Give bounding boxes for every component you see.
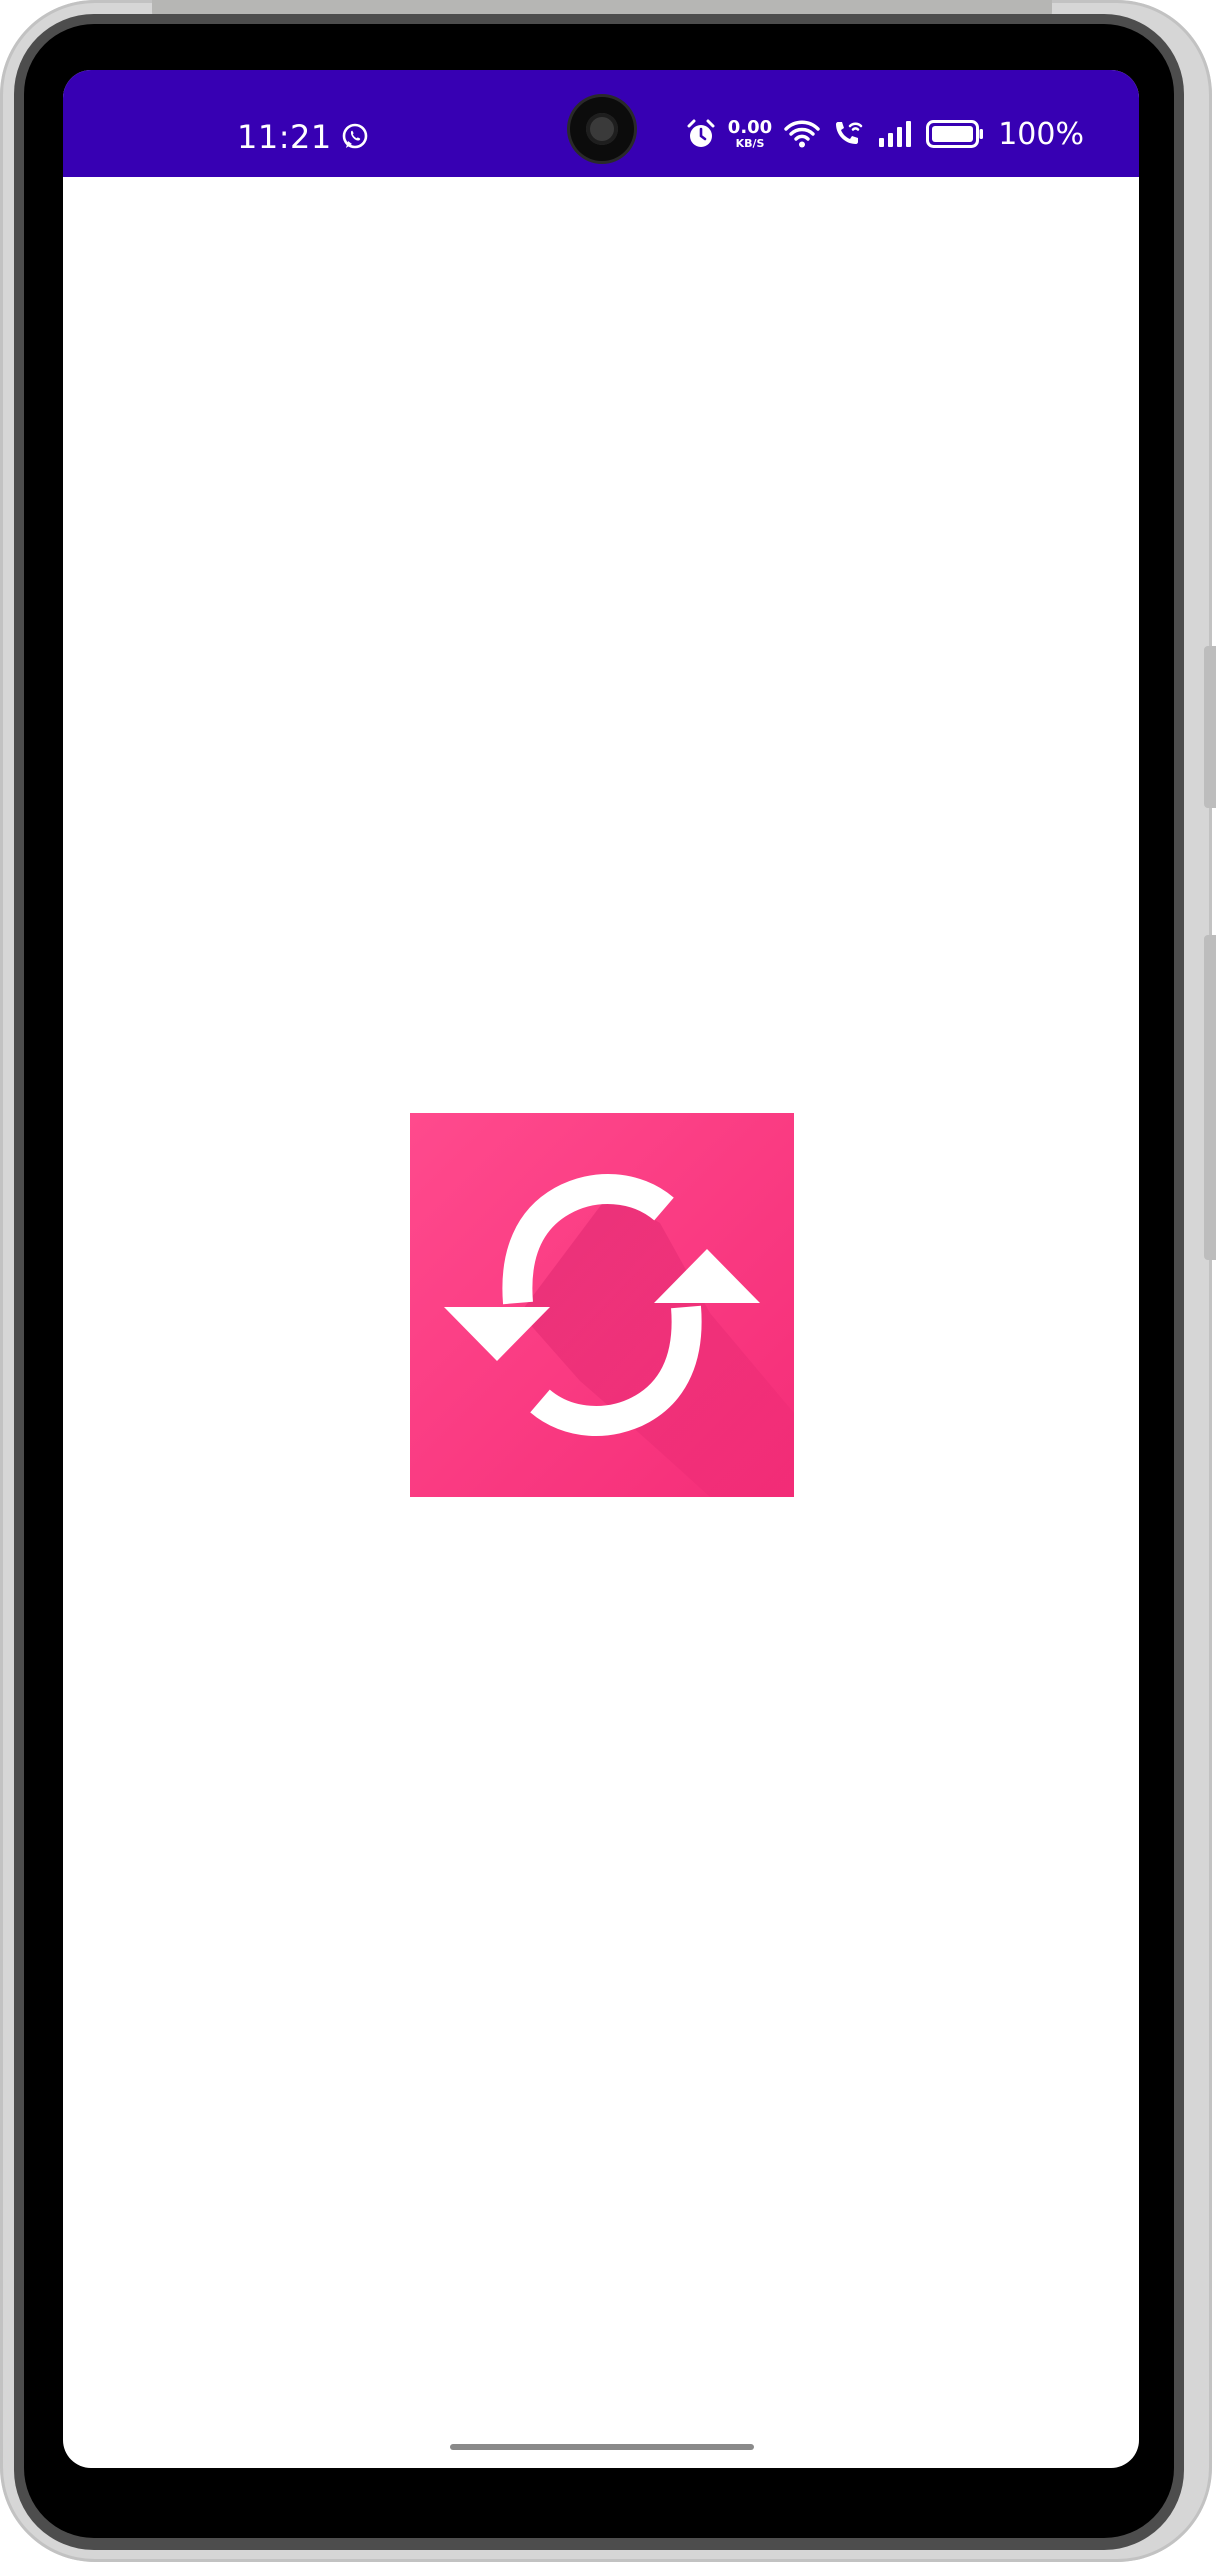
phone-chin bbox=[84, 2470, 1114, 2532]
volume-button bbox=[1204, 646, 1216, 808]
sync-arrows-icon bbox=[410, 1113, 794, 1497]
alarm-icon bbox=[687, 119, 715, 147]
net-speed-value: 0.00 bbox=[727, 117, 773, 138]
screen: 11:21 0.00 KB/S 100% bbox=[63, 70, 1139, 2468]
front-camera bbox=[570, 97, 634, 161]
battery-percent: 100% bbox=[998, 116, 1084, 152]
home-indicator[interactable] bbox=[450, 2444, 754, 2450]
net-speed-indicator: 0.00 KB/S bbox=[727, 117, 773, 150]
whatsapp-icon bbox=[342, 123, 368, 149]
net-speed-unit: KB/S bbox=[735, 137, 765, 150]
status-bar: 11:21 0.00 KB/S 100% bbox=[63, 70, 1139, 177]
battery-icon bbox=[926, 120, 984, 148]
signal-icon bbox=[879, 121, 912, 147]
wifi-icon bbox=[784, 120, 820, 148]
status-time: 11:21 bbox=[237, 118, 332, 156]
wifi-calling-icon bbox=[836, 122, 863, 144]
power-button bbox=[1204, 935, 1216, 1260]
camera-lens bbox=[586, 113, 618, 145]
status-icons: 0.00 KB/S 100% bbox=[686, 114, 1084, 154]
phone-device: 11:21 0.00 KB/S 100% bbox=[0, 0, 1216, 2562]
